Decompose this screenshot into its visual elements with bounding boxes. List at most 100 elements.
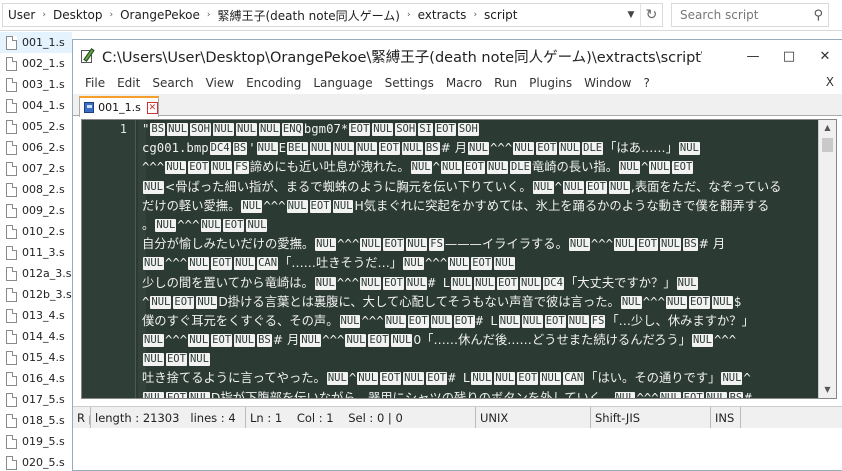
chevron-right-icon[interactable]: › [405,10,413,20]
tab-close-icon[interactable]: ✕ [146,101,158,114]
menu-run[interactable]: Run [488,76,523,90]
file-icon [6,140,17,155]
close-document-button[interactable]: X [826,75,834,89]
code-text-run: ^^^ [164,333,188,348]
chevron-right-icon[interactable]: › [40,10,48,20]
breadcrumb-orangepekoe[interactable]: OrangePekoe [115,8,205,22]
file-list-item[interactable]: 014_4.s [0,326,72,347]
file-list-item[interactable]: 004_1.s [0,95,72,116]
code-line[interactable]: ^^^ NUL EOT NUL FS 諦めにも近い吐息が洩れた。 NUL ^ NUL EOT NUL… [142,158,818,177]
scroll-up-icon[interactable]: ▲ [819,120,836,136]
file-list-item[interactable]: 012a_3.s [0,263,72,284]
scroll-down-icon[interactable]: ▼ [819,382,836,398]
file-name: 016_4.s [22,372,65,385]
control-char-token: NUL [614,238,636,252]
address-dropdown-icon[interactable]: ▼ [622,10,640,20]
code-text-run: 自分が愉しみたいだけの愛撫。 [142,237,315,252]
file-list-item[interactable]: 016_4.s [0,368,72,389]
code-line[interactable]: cg001.bmp DC4 BS ' NUL E BEL NUL NUL NUL EOT NUL BS #… [142,139,818,158]
file-list-item[interactable]: 009_2.s [0,200,72,221]
file-list-item[interactable]: 015_4.s [0,347,72,368]
editor-area[interactable]: 1 " BS NUL SOH NUL NUL NUL ENQ bgm07* EOT NUL SOH SI… [81,119,837,399]
file-list-item[interactable]: 008_2.s [0,179,72,200]
search-icon[interactable]: ⚲ [813,8,823,23]
menu-language[interactable]: Language [307,76,378,90]
breadcrumb-user[interactable]: User [3,8,40,22]
menu-edit[interactable]: Edit [111,76,146,90]
code-line[interactable]: NUL EOT NUL D指が下腹部を伝いながら、器用にシャツの残りのボタンを外してい… [142,389,818,398]
vertical-scrollbar[interactable]: ▲ ▼ [818,120,836,398]
control-char-token: EOT [497,276,519,290]
code-line[interactable]: 吐き捨てるように言ってやった。 NUL ^ NUL EOT NUL EOT # L NUL NUL… [142,369,818,388]
file-list-item[interactable]: 007_2.s [0,158,72,179]
menu-plugins[interactable]: Plugins [523,76,578,90]
file-list-item[interactable]: 006_2.s [0,137,72,158]
code-text[interactable]: " BS NUL SOH NUL NUL NUL ENQ bgm07* EOT NUL SOH SI EO… [142,120,818,398]
code-line[interactable]: " BS NUL SOH NUL NUL NUL ENQ bgm07* EOT NUL SOH SI EO… [142,120,818,139]
code-line[interactable]: NUL EOT NUL [142,350,818,369]
status-ins[interactable]: INS [711,407,741,428]
code-line[interactable]: 自分が愉しみたいだけの愛撫。 NUL ^^^ NUL EOT NUL FS ———イライラする… [142,235,818,254]
breadcrumb-game-folder[interactable]: 緊縛王子(death note同人ゲーム) [212,7,405,24]
breadcrumb-extracts[interactable]: extracts [413,8,472,22]
control-char-token: EOT [544,314,566,328]
control-char-token: DC4 [542,276,564,290]
file-list-item[interactable]: 019_5.s [0,431,72,452]
search-input[interactable]: Search script ⚲ [671,3,829,27]
scrollbar-thumb[interactable] [822,138,833,152]
file-list-item[interactable]: 002_1.s [0,53,72,74]
menu-help[interactable]: ? [637,76,655,90]
file-list-item[interactable]: 011_3.s [0,242,72,263]
control-char-token: EOT [453,314,475,328]
control-char-token: NUL [406,238,428,252]
refresh-icon[interactable]: ↻ [640,4,662,26]
status-eol[interactable]: UNIX [476,407,591,428]
code-line[interactable]: NUL ^^^ NUL EOT NUL CAN 「……吐きそうだ…」 NUL ^^^ NUL EOT… [142,254,818,273]
code-text-run: E [278,141,287,156]
code-line[interactable]: 。 NUL ^^^ NUL EOT NUL [142,216,818,235]
menu-file[interactable]: File [79,76,111,90]
control-char-token: NUL [448,257,470,271]
code-line[interactable]: NUL <骨ばった細い指が、まるで蜘蛛のように胸元を伝い下りていく。 NUL ^ NUL… [142,178,818,197]
control-char-token: NUL [619,161,640,175]
file-list-item[interactable]: 017_5.s [0,389,72,410]
minimize-button[interactable]: — [735,41,771,71]
menu-search[interactable]: Search [146,76,199,90]
menu-view[interactable]: View [200,76,240,90]
code-text-run: # L [427,275,451,290]
file-list-item[interactable]: 012b_3.s [0,284,72,305]
status-encoding[interactable]: Shift-JIS [591,407,711,428]
file-list-item[interactable]: 020_5.s [0,452,72,471]
maximize-button[interactable]: □ [771,41,807,71]
file-list-item[interactable]: 013_4.s [0,305,72,326]
breadcrumb[interactable]: User › Desktop › OrangePekoe › 緊縛王子(deat… [2,3,663,27]
title-bar[interactable]: C:\Users\User\Desktop\OrangePekoe\緊縛王子(d… [73,40,842,72]
code-line[interactable]: NUL ^^^ NUL EOT NUL BS # 月 NUL ^^^ NUL EOT NUL 0「……休… [142,331,818,350]
file-icon [6,77,17,92]
close-button[interactable]: ✕ [807,41,842,71]
file-list-item[interactable]: 010_2.s [0,221,72,242]
breadcrumb-script[interactable]: script [479,8,522,22]
file-list-item[interactable]: 001_1.s [0,32,72,53]
chevron-right-icon[interactable]: › [471,10,479,20]
control-char-token: NUL [188,353,210,367]
control-char-token: NUL [150,295,172,309]
chevron-right-icon[interactable]: › [205,10,213,20]
breadcrumb-desktop[interactable]: Desktop [48,8,108,22]
chevron-right-icon[interactable]: › [107,10,115,20]
menu-settings[interactable]: Settings [379,76,440,90]
menu-window[interactable]: Window [578,76,637,90]
code-line[interactable]: 少しの間を置いてから竜崎は。 NUL ^^^ NUL EOT NUL # L NUL NUL EO… [142,274,818,293]
code-text-run: ^^^ [490,141,513,156]
menu-encoding[interactable]: Encoding [240,76,307,90]
file-list-item[interactable]: 003_1.s [0,74,72,95]
control-char-token: NUL [471,372,493,386]
code-line[interactable]: 僕のすぐ耳元をくすぐる、その声。 NUL ^^^ NUL EOT NUL EOT # L NUL… [142,312,818,331]
code-line[interactable]: ^ NUL EOT NUL D掛ける言葉とは裏腹に、大して心配してそうもない声音で彼は言… [142,293,818,312]
control-char-token: BS [424,142,440,156]
tab-001-1-s[interactable]: 001_1.s ✕ [79,96,159,117]
file-list-item[interactable]: 018_5.s [0,410,72,431]
menu-macro[interactable]: Macro [440,76,488,90]
file-list-item[interactable]: 005_2.s [0,116,72,137]
code-line[interactable]: だけの軽い愛撫。 NUL ^^^ NUL EOT NUL H気まぐれに突起をかすめては、氷上… [142,197,818,216]
